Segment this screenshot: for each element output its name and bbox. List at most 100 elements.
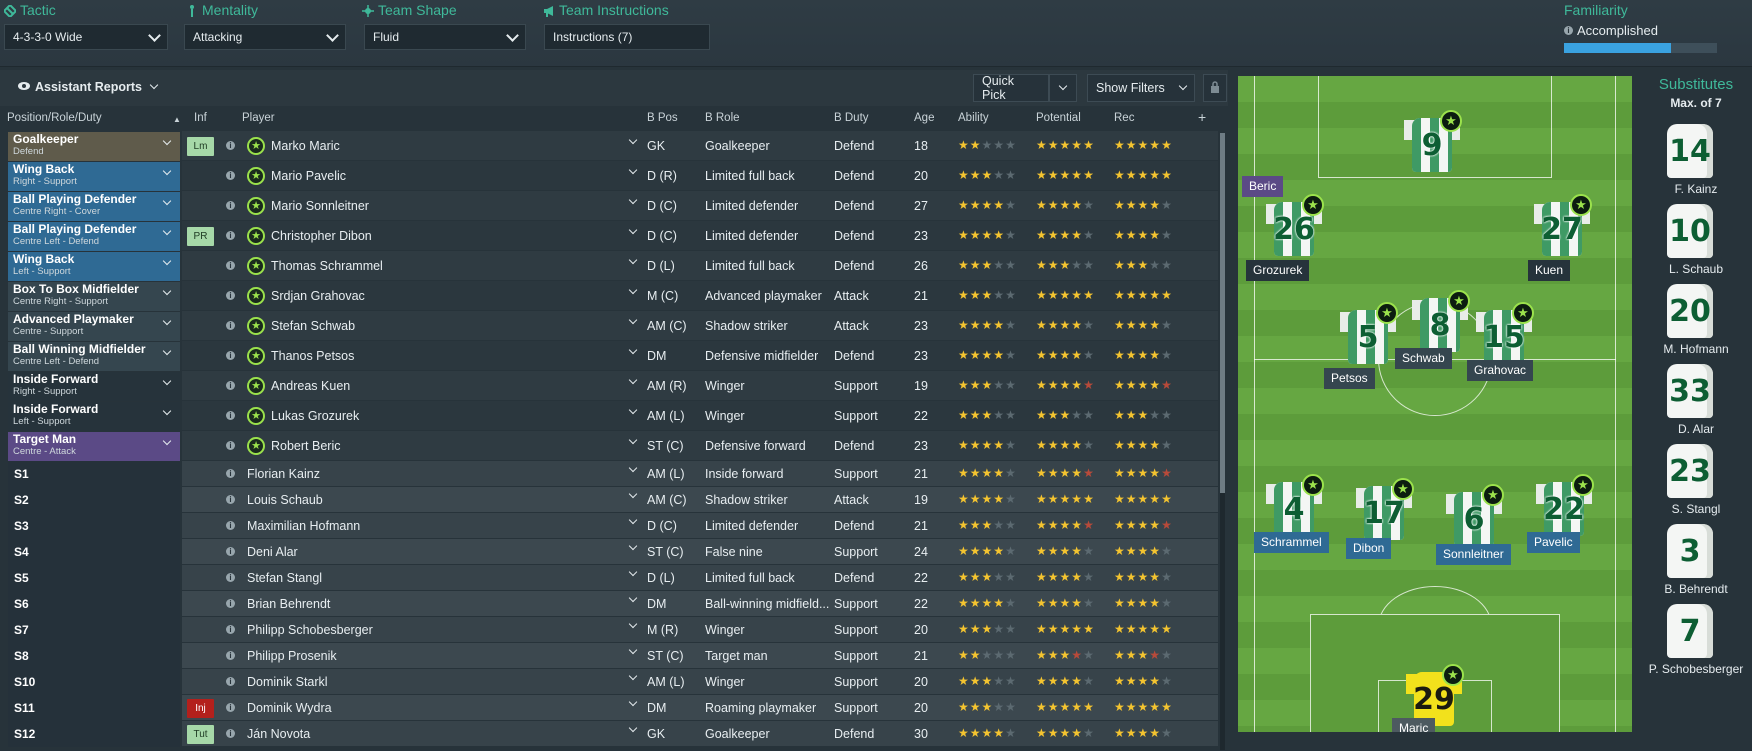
pitch-player-name[interactable]: Pavelic — [1527, 532, 1580, 553]
player-row[interactable]: i ★ Robert Beric ST (C) Defensive forward Def… — [182, 431, 1218, 460]
role-slot[interactable]: Ball Playing Defender Centre Right - Cove… — [8, 192, 180, 221]
player-name[interactable]: Dominik Wydra — [247, 701, 332, 715]
player-row[interactable]: i ★ Andreas Kuen AM (R) Winger Support 19 ★ ★ ★ ★ ★… — [182, 371, 1218, 400]
substitute-name[interactable]: D. Alar — [1640, 422, 1752, 436]
chevron-down-icon[interactable] — [628, 375, 638, 385]
player-name[interactable]: Philipp Prosenik — [247, 649, 337, 663]
pitch-player-name[interactable]: Schwab — [1395, 348, 1452, 369]
assistant-reports-button[interactable]: Assistant Reports — [18, 80, 159, 94]
substitute-shirt[interactable]: 14 — [1663, 122, 1717, 180]
chevron-down-icon[interactable] — [628, 165, 638, 175]
substitute-name[interactable]: B. Behrendt — [1640, 582, 1752, 596]
col-bduty[interactable]: B Duty — [834, 112, 869, 124]
info-icon[interactable]: i — [226, 201, 235, 210]
table-scrollbar[interactable] — [1220, 133, 1225, 750]
pitch-player-shirt[interactable]: 26 ★ — [1266, 194, 1324, 258]
sub-slot[interactable]: S5 — [8, 565, 180, 591]
role-slot[interactable]: Inside Forward Left - Support — [8, 402, 180, 431]
col-position[interactable]: Position/Role/Duty — [7, 112, 102, 124]
player-row[interactable]: i ★ Srdjan Grahovac M (C) Advanced playmaker… — [182, 281, 1218, 310]
pitch-player-shirt[interactable]: 9 ★ — [1404, 110, 1462, 174]
player-name[interactable]: Ján Novota — [247, 727, 310, 741]
substitute-shirt[interactable]: 10 — [1663, 202, 1717, 260]
info-icon[interactable]: i — [226, 351, 235, 360]
role-slot[interactable]: Advanced Playmaker Centre - Support — [8, 312, 180, 341]
chevron-down-icon[interactable] — [628, 405, 638, 415]
substitute-shirt[interactable]: 23 — [1663, 442, 1717, 500]
player-row[interactable]: i ★ Thomas Schrammel D (L) Limited full back… — [182, 251, 1218, 280]
info-icon[interactable]: i — [226, 703, 235, 712]
chevron-down-icon[interactable] — [628, 315, 638, 325]
pitch-player-shirt[interactable]: 15 ★ — [1476, 302, 1534, 366]
chevron-down-icon[interactable] — [628, 593, 638, 603]
info-icon[interactable]: i — [226, 291, 235, 300]
sub-slot[interactable]: S1 — [8, 461, 180, 487]
player-row[interactable]: i Brian Behrendt DM Ball-winning midfield..… — [182, 591, 1218, 616]
player-row[interactable]: PR i ★ Christopher Dibon D (C) Limited defend… — [182, 221, 1218, 250]
info-icon[interactable]: i — [226, 141, 235, 150]
col-ability[interactable]: Ability — [958, 112, 989, 124]
substitute-shirt[interactable]: 7 — [1663, 602, 1717, 660]
info-icon[interactable]: i — [226, 495, 235, 504]
sub-slot[interactable]: S6 — [8, 591, 180, 617]
pitch-player-name[interactable]: Grahovac — [1467, 360, 1534, 381]
player-name[interactable]: Louis Schaub — [247, 493, 323, 507]
info-icon[interactable]: i — [226, 599, 235, 608]
chevron-down-icon[interactable] — [628, 567, 638, 577]
pitch-player-name[interactable]: Dibon — [1346, 538, 1392, 559]
player-name[interactable]: Robert Beric — [271, 439, 340, 453]
role-slot[interactable]: Goalkeeper Defend — [8, 132, 180, 161]
player-name[interactable]: Thomas Schrammel — [271, 259, 383, 273]
pitch-player-shirt[interactable]: 5 ★ — [1340, 302, 1398, 366]
sub-slot[interactable]: S8 — [8, 643, 180, 669]
player-row[interactable]: Lm i ★ Marko Maric GK Goalkeeper Defend 18 ★ ★ ★ ★ ★… — [182, 131, 1218, 160]
show-filters-button[interactable]: Show Filters — [1087, 74, 1195, 102]
info-icon[interactable]: i — [226, 729, 235, 738]
quick-pick-button[interactable]: Quick Pick — [973, 74, 1049, 102]
quick-pick-dropdown[interactable] — [1049, 74, 1077, 102]
info-icon[interactable]: i — [226, 651, 235, 660]
pitch-player-shirt[interactable]: 17 ★ — [1356, 478, 1414, 542]
player-name[interactable]: Christopher Dibon — [271, 229, 372, 243]
chevron-down-icon[interactable] — [628, 135, 638, 145]
tactic-dropdown[interactable]: 4-3-3-0 Wide — [4, 24, 168, 50]
role-slot[interactable]: Target Man Centre - Attack — [8, 432, 180, 461]
player-row[interactable]: i Deni Alar ST (C) False nine Support 24 ★ ★ ★ ★ ★… — [182, 539, 1218, 564]
role-slot[interactable]: Wing Back Right - Support — [8, 162, 180, 191]
player-name[interactable]: Maximilian Hofmann — [247, 519, 360, 533]
player-name[interactable]: Srdjan Grahovac — [271, 289, 365, 303]
substitute-name[interactable]: L. Schaub — [1640, 262, 1752, 276]
col-bpos[interactable]: B Pos — [647, 112, 678, 124]
sub-slot[interactable]: S2 — [8, 487, 180, 513]
player-row[interactable]: i Louis Schaub AM (C) Shadow striker Attack 1… — [182, 487, 1218, 512]
sub-slot[interactable]: S4 — [8, 539, 180, 565]
player-name[interactable]: Florian Kainz — [247, 467, 320, 481]
chevron-down-icon[interactable] — [628, 515, 638, 525]
player-name[interactable]: Philipp Schobesberger — [247, 623, 373, 637]
player-row[interactable]: i Philipp Prosenik ST (C) Target man Support… — [182, 643, 1218, 668]
player-name[interactable]: Brian Behrendt — [247, 597, 330, 611]
substitute-name[interactable]: P. Schobesberger — [1640, 662, 1752, 676]
chevron-down-icon[interactable] — [628, 723, 638, 733]
role-slot[interactable]: Box To Box Midfielder Centre Right - Supp… — [8, 282, 180, 311]
player-name[interactable]: Marko Maric — [271, 139, 340, 153]
team-shape-dropdown[interactable]: Fluid — [364, 24, 526, 50]
col-potential[interactable]: Potential — [1036, 112, 1081, 124]
pitch-player-name[interactable]: Sonnleitner — [1436, 544, 1511, 565]
info-icon[interactable]: i — [226, 469, 235, 478]
substitute-shirt[interactable]: 3 — [1663, 522, 1717, 580]
substitute-name[interactable]: M. Hofmann — [1640, 342, 1752, 356]
pitch-player-shirt[interactable]: 22 ★ — [1536, 474, 1594, 538]
pitch-player-name[interactable]: Petsos — [1324, 368, 1375, 389]
familiarity-status[interactable]: i Accomplished — [1564, 23, 1658, 38]
info-icon[interactable]: i — [226, 261, 235, 270]
sub-slot[interactable]: S7 — [8, 617, 180, 643]
player-row[interactable]: i Dominik Starkl AM (L) Winger Support 20 ★ ★ ★ ★… — [182, 669, 1218, 694]
chevron-down-icon[interactable] — [628, 225, 638, 235]
player-row[interactable]: i ★ Mario Pavelic D (R) Limited full back Def… — [182, 161, 1218, 190]
chevron-down-icon[interactable] — [628, 541, 638, 551]
info-icon[interactable]: i — [226, 547, 235, 556]
chevron-down-icon[interactable] — [628, 195, 638, 205]
pitch-player-shirt[interactable]: 4 ★ — [1266, 474, 1324, 538]
chevron-down-icon[interactable] — [628, 697, 638, 707]
